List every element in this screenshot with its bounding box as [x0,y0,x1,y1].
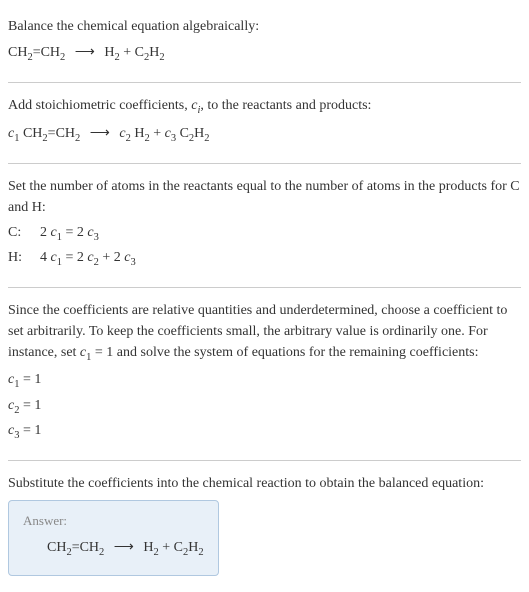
coef-c3: c3 = 1 [8,420,521,444]
sub: 2 [60,52,65,63]
intro-title: Balance the chemical equation algebraica… [8,16,521,37]
atom-c-label: C: [8,222,28,246]
atom-h-eq: 4 c1 = 2 c2 + 2 c3 [40,247,136,271]
final-section: Substitute the coefficients into the che… [8,465,521,584]
atom-row-c: C: 2 c1 = 2 c3 [8,222,521,246]
reactant-ch2: CH [8,45,27,60]
answer-box: Answer: CH2=CH2 ⟶ H2 + C2H2 [8,500,219,576]
divider [8,163,521,164]
coef-list: c1 = 1 c2 = 1 c3 = 1 [8,369,521,444]
solve-section: Since the coefficients are relative quan… [8,292,521,456]
arrow-icon: ⟶ [69,43,101,59]
product-h2: H [104,45,114,60]
unbalanced-equation: CH2=CH2 ⟶ H2 + C2H2 [8,41,521,66]
answer-label: Answer: [23,511,204,531]
sub: 2 [159,52,164,63]
divider [8,460,521,461]
atom-row-h: H: 4 c1 = 2 c2 + 2 c3 [8,247,521,271]
divider [8,82,521,83]
divider [8,287,521,288]
intro-section: Balance the chemical equation algebraica… [8,8,521,78]
arrow-icon: ⟶ [84,124,116,140]
atom-h-label: H: [8,247,28,271]
atoms-section: Set the number of atoms in the reactants… [8,168,521,283]
reactant-eq-ch2: =CH [33,45,60,60]
balanced-equation: CH2=CH2 ⟶ H2 + C2H2 [23,536,204,561]
atom-table: C: 2 c1 = 2 c3 H: 4 c1 = 2 c2 + 2 c3 [8,222,521,271]
coef-c2: c2 = 1 [8,395,521,419]
stoich-section: Add stoichiometric coefficients, ci, to … [8,87,521,159]
product-h2b: H [149,45,159,60]
arrow-icon: ⟶ [108,538,140,554]
final-text: Substitute the coefficients into the che… [8,473,521,494]
atom-c-eq: 2 c1 = 2 c3 [40,222,99,246]
stoich-text: Add stoichiometric coefficients, ci, to … [8,95,521,119]
product-c2: C [135,45,144,60]
solve-text: Since the coefficients are relative quan… [8,300,521,366]
atoms-text: Set the number of atoms in the reactants… [8,176,521,218]
stoich-equation: c1 CH2=CH2 ⟶ c2 H2 + c3 C2H2 [8,122,521,147]
plus: + [120,45,135,60]
coef-c1: c1 = 1 [8,369,521,393]
